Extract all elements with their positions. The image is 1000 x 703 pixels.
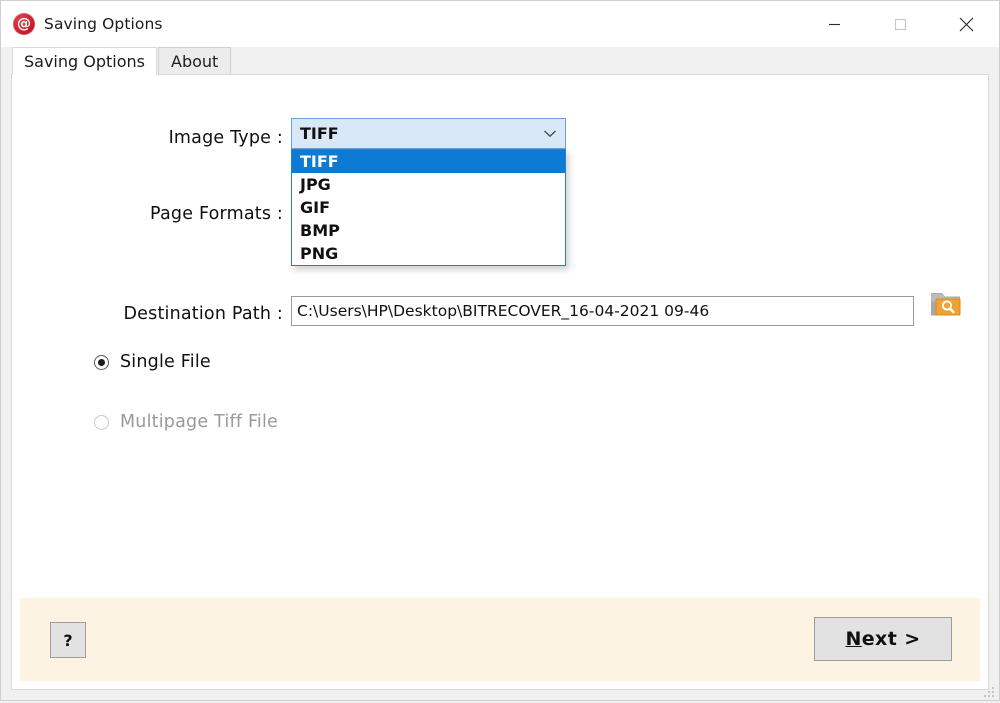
dropdown-option-bmp[interactable]: BMP [292, 219, 565, 242]
dropdown-option-gif[interactable]: GIF [292, 196, 565, 219]
radio-single-file-label: Single File [120, 352, 211, 372]
tab-strip: Saving Options About [1, 47, 999, 75]
image-type-combobox[interactable]: TIFF [291, 118, 566, 149]
image-type-dropdown-list[interactable]: TIFF JPG GIF BMP PNG [291, 149, 566, 266]
tab-label: About [171, 51, 219, 71]
radio-multipage-tiff-file: Multipage Tiff File [94, 412, 278, 432]
tab-label: Saving Options [24, 52, 145, 71]
footer-bar: ? Next > [20, 598, 980, 681]
radio-indicator [94, 354, 109, 370]
minimize-icon[interactable] [801, 1, 867, 47]
browse-folder-button[interactable] [928, 288, 964, 320]
destination-path-label: Destination Path : [123, 304, 283, 324]
maximize-icon[interactable] [867, 1, 933, 47]
tab-saving-options[interactable]: Saving Options [12, 47, 157, 75]
dropdown-option-tiff[interactable]: TIFF [292, 150, 565, 173]
at-sign-icon: @ [13, 13, 35, 35]
help-button-label: ? [63, 630, 73, 650]
saving-options-window: @ Saving Options Saving Options About Im… [0, 0, 1000, 701]
chevron-down-icon [535, 129, 565, 138]
page-formats-label: Page Formats : [150, 204, 283, 224]
folder-search-icon [928, 293, 964, 324]
title-bar: @ Saving Options [1, 1, 999, 47]
dropdown-option-png[interactable]: PNG [292, 242, 565, 265]
next-button-accel: N [845, 628, 862, 650]
image-type-value: TIFF [300, 124, 339, 143]
close-icon[interactable] [933, 1, 999, 47]
content-panel: Image Type : TIFF TIFF JPG GIF BMP PNG P… [11, 74, 989, 690]
next-button[interactable]: Next > [814, 617, 952, 661]
image-type-label: Image Type : [168, 128, 283, 148]
radio-indicator [94, 414, 109, 430]
next-button-label: ext > [861, 628, 921, 650]
saving-options-form: Image Type : TIFF TIFF JPG GIF BMP PNG P… [12, 75, 988, 598]
destination-path-input[interactable] [291, 296, 914, 326]
help-button[interactable]: ? [50, 622, 86, 658]
dropdown-option-jpg[interactable]: JPG [292, 173, 565, 196]
window-controls [801, 1, 999, 47]
window-title: Saving Options [44, 15, 163, 33]
radio-single-file[interactable]: Single File [94, 352, 211, 372]
radio-multipage-tiff-file-label: Multipage Tiff File [120, 412, 279, 432]
tab-about[interactable]: About [158, 47, 232, 74]
